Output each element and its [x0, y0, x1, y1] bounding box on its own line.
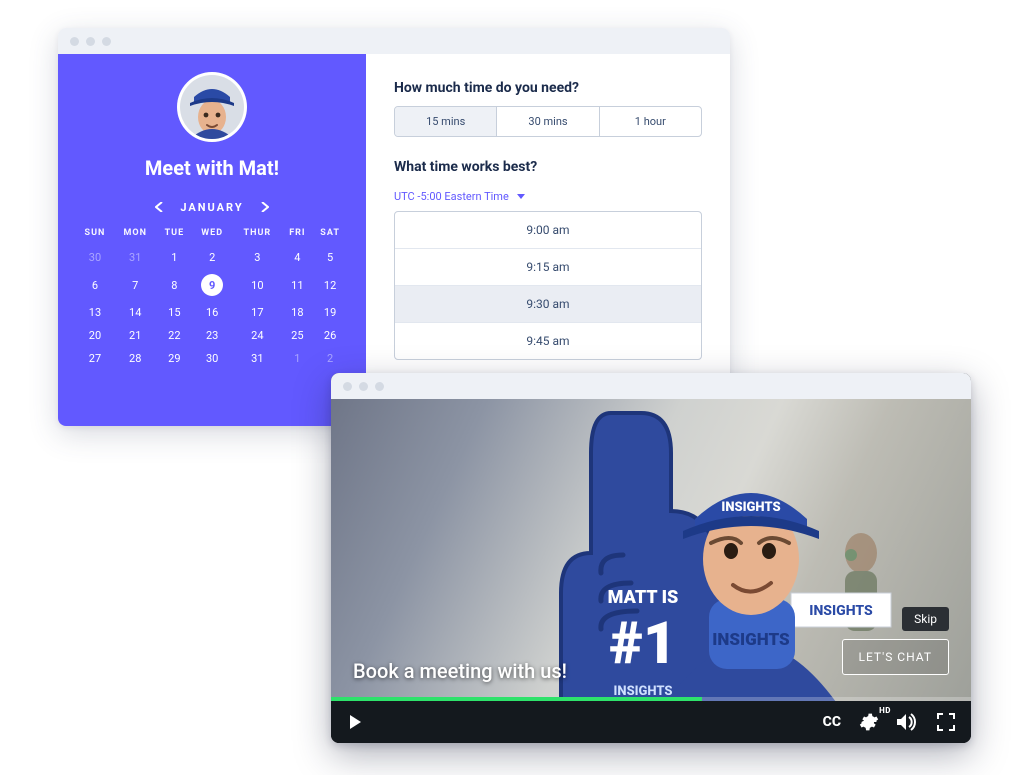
time-slot[interactable]: 9:30 am — [395, 286, 701, 323]
calendar-day[interactable]: 14 — [114, 301, 157, 324]
svg-text:INSIGHTS: INSIGHTS — [721, 500, 780, 515]
window-dot-icon — [86, 37, 95, 46]
calendar-day[interactable]: 13 — [76, 301, 114, 324]
window-dot-icon — [375, 382, 384, 391]
month-navigator: JANUARY — [152, 200, 271, 214]
avatar — [177, 72, 247, 142]
calendar: SUNMONTUEWEDTHURFRISAT 30311234567891011… — [76, 228, 348, 370]
video-frame[interactable]: INSIGHTS MATT IS #1 INSIGHTS — [331, 399, 971, 701]
calendar-dow: THUR — [232, 228, 282, 246]
play-button[interactable] — [347, 714, 363, 730]
calendar-day[interactable]: 15 — [157, 301, 193, 324]
time-question: What time works best? — [394, 159, 702, 175]
window-dot-icon — [343, 382, 352, 391]
volume-icon — [897, 713, 919, 731]
calendar-day[interactable]: 11 — [283, 269, 313, 301]
calendar-day[interactable]: 27 — [76, 347, 114, 370]
duration-option[interactable]: 30 mins — [497, 107, 599, 136]
calendar-day[interactable]: 18 — [283, 301, 313, 324]
svg-text:INSIGHTS: INSIGHTS — [712, 630, 790, 650]
time-slot[interactable]: 9:15 am — [395, 249, 701, 286]
time-slot[interactable]: 9:45 am — [395, 323, 701, 359]
hd-badge: HD — [879, 706, 891, 715]
month-label: JANUARY — [180, 201, 243, 214]
calendar-day[interactable]: 23 — [192, 324, 232, 347]
calendar-day[interactable]: 5 — [312, 246, 348, 269]
closed-captions-button[interactable]: CC — [823, 714, 841, 730]
scheduler-window: Meet with Mat! JANUARY SUNMONTUEWEDTHURF… — [58, 28, 730, 426]
svg-text:MATT IS: MATT IS — [608, 587, 679, 608]
calendar-day[interactable]: 30 — [192, 347, 232, 370]
duration-option[interactable]: 15 mins — [395, 107, 497, 136]
progress-bar[interactable] — [331, 697, 971, 701]
calendar-day[interactable]: 24 — [232, 324, 282, 347]
window-dot-icon — [359, 382, 368, 391]
calendar-day[interactable]: 3 — [232, 246, 282, 269]
calendar-day[interactable]: 2 — [312, 347, 348, 370]
calendar-dow: WED — [192, 228, 232, 246]
calendar-day[interactable]: 19 — [312, 301, 348, 324]
video-window: INSIGHTS MATT IS #1 INSIGHTS — [331, 373, 971, 743]
calendar-day[interactable]: 22 — [157, 324, 193, 347]
calendar-day[interactable]: 31 — [232, 347, 282, 370]
page-title: Meet with Mat! — [145, 156, 279, 180]
video-caption: Book a meeting with us! — [353, 659, 567, 683]
duration-option[interactable]: 1 hour — [600, 107, 701, 136]
calendar-dow: MON — [114, 228, 157, 246]
calendar-day[interactable]: 4 — [283, 246, 313, 269]
next-month-button[interactable] — [258, 200, 272, 214]
calendar-dow: SUN — [76, 228, 114, 246]
calendar-day[interactable]: 20 — [76, 324, 114, 347]
calendar-day[interactable]: 21 — [114, 324, 157, 347]
svg-text:#1: #1 — [609, 610, 676, 678]
calendar-day[interactable]: 9 — [192, 269, 232, 301]
caret-down-icon — [517, 194, 525, 199]
calendar-day[interactable]: 29 — [157, 347, 193, 370]
skip-button[interactable]: Skip — [902, 607, 949, 631]
calendar-day[interactable]: 12 — [312, 269, 348, 301]
calendar-day[interactable]: 26 — [312, 324, 348, 347]
time-slot-list: 9:00 am9:15 am9:30 am9:45 am — [394, 211, 702, 360]
calendar-day[interactable]: 16 — [192, 301, 232, 324]
calendar-day[interactable]: 1 — [157, 246, 193, 269]
video-scene-illustration: INSIGHTS MATT IS #1 INSIGHTS — [431, 399, 911, 701]
calendar-day[interactable]: 25 — [283, 324, 313, 347]
window-dot-icon — [70, 37, 79, 46]
timezone-label: UTC -5:00 Eastern Time — [394, 190, 509, 203]
calendar-day[interactable]: 7 — [114, 269, 157, 301]
calendar-day[interactable]: 6 — [76, 269, 114, 301]
window-titlebar — [58, 28, 730, 54]
calendar-dow: FRI — [283, 228, 313, 246]
settings-button[interactable]: HD — [859, 712, 879, 732]
video-controls: CC HD — [331, 701, 971, 743]
calendar-day[interactable]: 31 — [114, 246, 157, 269]
calendar-day[interactable]: 2 — [192, 246, 232, 269]
calendar-dow: TUE — [157, 228, 193, 246]
fullscreen-button[interactable] — [937, 713, 955, 731]
fullscreen-icon — [937, 713, 955, 731]
duration-question: How much time do you need? — [394, 80, 702, 96]
calendar-day[interactable]: 10 — [232, 269, 282, 301]
lets-chat-button[interactable]: LET'S CHAT — [842, 639, 949, 675]
timezone-selector[interactable]: UTC -5:00 Eastern Time — [394, 190, 525, 203]
calendar-day[interactable]: 17 — [232, 301, 282, 324]
booking-form: How much time do you need? 15 mins30 min… — [366, 54, 730, 426]
duration-tabs: 15 mins30 mins1 hour — [394, 106, 702, 137]
window-titlebar — [331, 373, 971, 399]
calendar-day[interactable]: 8 — [157, 269, 193, 301]
calendar-panel: Meet with Mat! JANUARY SUNMONTUEWEDTHURF… — [58, 54, 366, 426]
calendar-day[interactable]: 28 — [114, 347, 157, 370]
calendar-dow: SAT — [312, 228, 348, 246]
volume-button[interactable] — [897, 713, 919, 731]
gear-icon — [859, 712, 879, 732]
time-slot[interactable]: 9:00 am — [395, 212, 701, 249]
calendar-day[interactable]: 30 — [76, 246, 114, 269]
calendar-day[interactable]: 1 — [283, 347, 313, 370]
window-dot-icon — [102, 37, 111, 46]
prev-month-button[interactable] — [152, 200, 166, 214]
svg-text:INSIGHTS: INSIGHTS — [809, 603, 873, 619]
